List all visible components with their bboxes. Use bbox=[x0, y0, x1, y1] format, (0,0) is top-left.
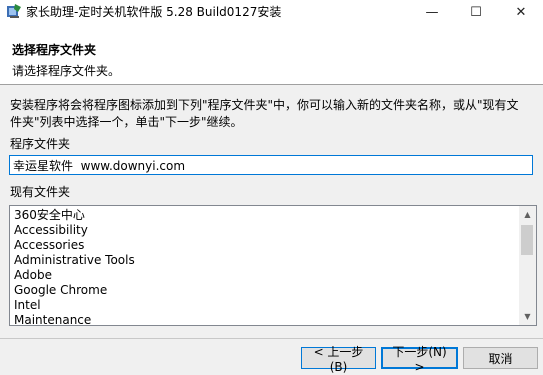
program-folder-label: 程序文件夹 bbox=[10, 137, 71, 151]
minimize-button[interactable]: — bbox=[410, 0, 454, 24]
list-item[interactable]: Administrative Tools bbox=[14, 253, 518, 268]
list-item[interactable]: Adobe bbox=[14, 268, 518, 283]
list-item[interactable]: Maintenance bbox=[14, 313, 518, 325]
existing-folders-list[interactable]: 360安全中心 Accessibility Accessories Administr… bbox=[9, 205, 537, 326]
list-item[interactable]: Intel bbox=[14, 298, 518, 313]
minimize-icon: — bbox=[425, 4, 439, 20]
maximize-icon: ☐ bbox=[470, 4, 482, 20]
instruction-text: 安装程序将会将程序图标添加到下列"程序文件夹"中，你可以输入新的文件夹名称，或从… bbox=[10, 98, 519, 129]
scroll-up-arrow-icon[interactable]: ▲ bbox=[519, 206, 536, 223]
maximize-button[interactable]: ☐ bbox=[454, 0, 498, 24]
vertical-scrollbar[interactable]: ▲ ▼ bbox=[519, 206, 536, 325]
scroll-down-arrow-icon[interactable]: ▼ bbox=[519, 308, 536, 325]
list-item[interactable]: 360安全中心 bbox=[14, 208, 518, 223]
title-bar: 家长助理-定时关机软件版 5.28 Build0127安装 — ☐ ✕ bbox=[0, 0, 543, 24]
list-item[interactable]: Accessibility bbox=[14, 223, 518, 238]
footer-divider bbox=[0, 338, 543, 339]
close-button[interactable]: ✕ bbox=[499, 0, 543, 24]
wizard-header: 选择程序文件夹 请选择程序文件夹。 bbox=[0, 24, 543, 85]
scroll-thumb[interactable] bbox=[521, 225, 533, 255]
list-item[interactable]: Google Chrome bbox=[14, 283, 518, 298]
window-title: 家长助理-定时关机软件版 5.28 Build0127安装 bbox=[26, 5, 282, 19]
page-title: 选择程序文件夹 bbox=[12, 43, 97, 57]
next-button[interactable]: 下一步(N) > bbox=[381, 345, 458, 374]
close-icon: ✕ bbox=[515, 4, 527, 20]
page-subtitle: 请选择程序文件夹。 bbox=[12, 64, 121, 78]
existing-folders-label: 现有文件夹 bbox=[10, 185, 71, 199]
cancel-button[interactable]: 取消 bbox=[463, 347, 538, 369]
installer-icon bbox=[7, 4, 21, 18]
back-button[interactable]: < 上一步(B) bbox=[301, 345, 376, 374]
list-item[interactable]: Accessories bbox=[14, 238, 518, 253]
program-folder-input[interactable] bbox=[9, 155, 533, 175]
